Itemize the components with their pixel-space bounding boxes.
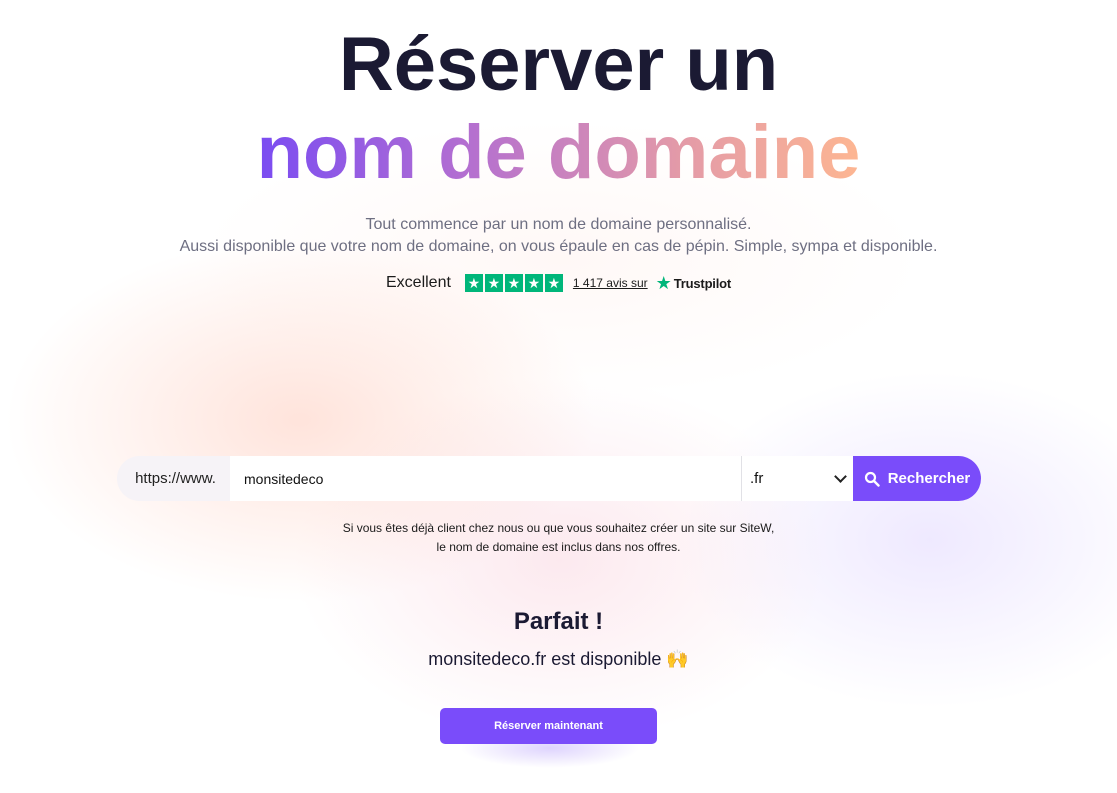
page-title-line2: nom de domaine — [0, 108, 1117, 198]
trustpilot-widget: Excellent ★ ★ ★ ★ ★ 1 417 avis sur ★ Tru… — [0, 274, 1117, 292]
reviews-link[interactable]: 1 417 avis sur — [573, 276, 648, 290]
search-button[interactable]: Rechercher — [853, 456, 981, 501]
tld-selected-value: .fr — [750, 470, 764, 487]
client-note: Si vous êtes déjà client chez nous ou qu… — [0, 519, 1117, 557]
trustpilot-brand[interactable]: Trustpilot — [674, 276, 731, 291]
star-icon: ★ — [504, 274, 523, 292]
chevron-down-icon — [834, 470, 847, 483]
subtitle-line2: Aussi disponible que votre nom de domain… — [179, 238, 938, 255]
note-line2: le nom de domaine est inclus dans nos of… — [436, 540, 681, 554]
star-rating: ★ ★ ★ ★ ★ — [464, 274, 563, 292]
trustpilot-logo-icon: ★ — [655, 273, 672, 293]
page: Réserver un nom de domaine Tout commence… — [0, 0, 1117, 793]
domain-search-bar: https://www. .fr Rechercher — [117, 456, 981, 501]
hero-subtitle: Tout commence par un nom de domaine pers… — [0, 214, 1117, 258]
reserve-now-button[interactable]: Réserver maintenant — [440, 708, 657, 744]
gradient-title-text: nom de domaine — [256, 110, 861, 195]
star-icon: ★ — [464, 274, 483, 292]
search-button-label: Rechercher — [887, 470, 971, 487]
page-title-line1: Réserver un — [338, 22, 779, 107]
star-icon: ★ — [544, 274, 563, 292]
star-icon: ★ — [484, 274, 503, 292]
star-icon: ★ — [524, 274, 543, 292]
note-line1: Si vous êtes déjà client chez nous ou qu… — [342, 521, 775, 535]
availability-message: monsitedeco.fr est disponible 🙌 — [428, 649, 689, 669]
search-icon — [864, 471, 880, 487]
domain-input[interactable] — [230, 456, 741, 501]
rating-label: Excellent — [386, 274, 451, 291]
url-prefix: https://www. — [117, 456, 230, 501]
result-title: Parfait ! — [513, 608, 604, 635]
tld-select[interactable]: .fr — [741, 456, 853, 501]
subtitle-line1: Tout commence par un nom de domaine pers… — [365, 216, 752, 233]
